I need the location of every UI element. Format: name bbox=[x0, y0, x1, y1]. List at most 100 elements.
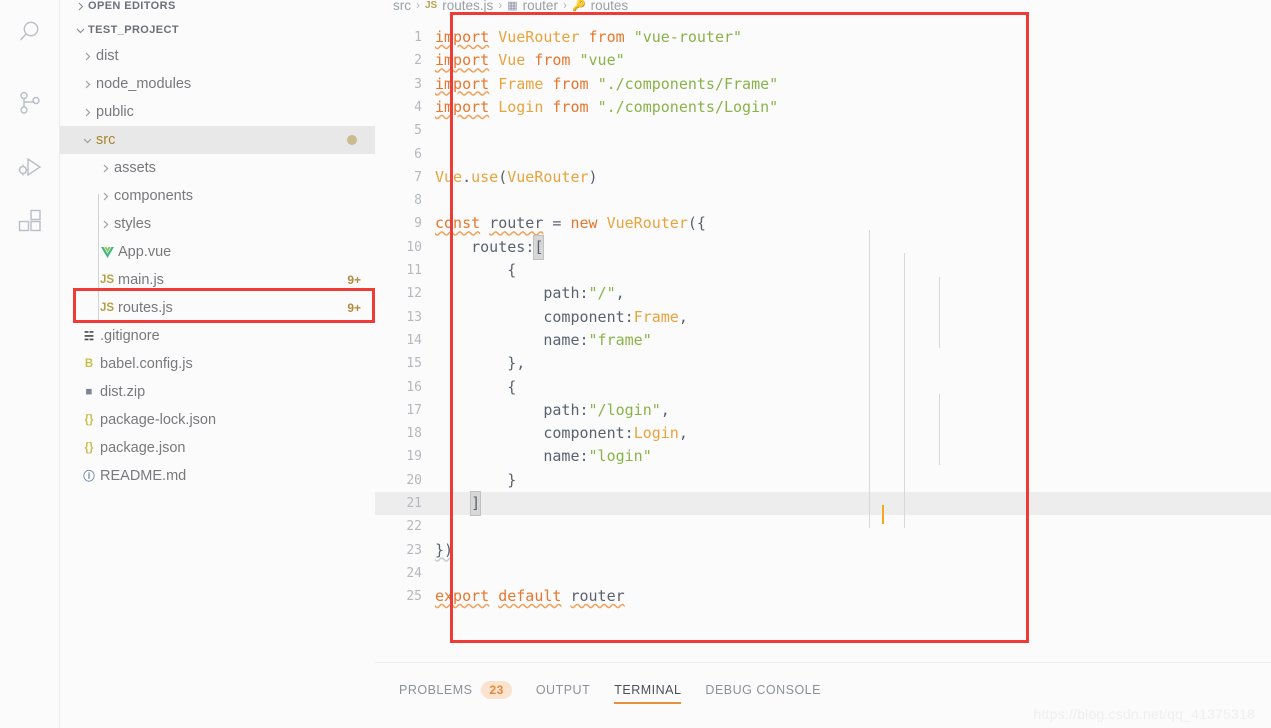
tree-item-components[interactable]: components bbox=[60, 182, 375, 210]
js-file-icon: JS bbox=[99, 274, 115, 286]
problem-count-badge: 9+ bbox=[347, 301, 361, 315]
code-line[interactable]: import Vue from "vue" bbox=[435, 49, 625, 72]
tree-item-label: src bbox=[96, 132, 116, 148]
line-number: 24 bbox=[406, 565, 422, 581]
chevron-right-icon[interactable] bbox=[78, 52, 96, 61]
code-line[interactable]: }) bbox=[435, 539, 453, 562]
git-file-icon: ☵ bbox=[83, 331, 95, 343]
code-line[interactable]: const router = new VueRouter({ bbox=[435, 212, 706, 235]
code-editor: src › JS routes.js › ▦ router › 🔑 routes… bbox=[375, 0, 1271, 662]
open-editors-section-header[interactable]: OPEN EDITORS bbox=[66, 0, 176, 14]
zip-file-icon: ■ bbox=[85, 386, 93, 398]
code-line[interactable]: { bbox=[435, 259, 516, 282]
tree-item-label: assets bbox=[114, 160, 156, 176]
line-number: 10 bbox=[406, 239, 422, 255]
tree-item-dist-zip[interactable]: ■ dist.zip bbox=[60, 378, 375, 406]
js-file-icon: JS bbox=[99, 302, 115, 314]
panel-tab-list: PROBLEMS 23 OUTPUT TERMINAL DEBUG CONSOLE bbox=[399, 681, 821, 706]
code-line[interactable]: export default router bbox=[435, 585, 625, 608]
code-area[interactable]: 1 2 3 4 5 6 7 8 9 10 11 12 13 14 15 16 17 18 19 20 21 22 23 24 2… bbox=[375, 14, 1271, 662]
panel-tab-problems[interactable]: PROBLEMS 23 bbox=[399, 681, 512, 706]
line-number: 7 bbox=[414, 169, 422, 185]
chevron-right-icon[interactable] bbox=[96, 164, 114, 173]
tree-item-package-lock-json[interactable]: {} package-lock.json bbox=[60, 406, 375, 434]
vue-file-icon bbox=[96, 246, 118, 258]
line-number: 23 bbox=[406, 542, 422, 558]
tree-item-label: public bbox=[96, 104, 134, 120]
search-icon[interactable] bbox=[14, 16, 46, 48]
tree-item-src[interactable]: src bbox=[60, 126, 375, 154]
tree-item--gitignore[interactable]: ☵ .gitignore bbox=[60, 322, 375, 350]
extensions-icon[interactable] bbox=[14, 205, 46, 237]
panel-tab-terminal[interactable]: TERMINAL bbox=[614, 683, 682, 704]
tree-item-package-json[interactable]: {} package.json bbox=[60, 434, 375, 462]
chevron-right-icon[interactable] bbox=[78, 80, 96, 89]
problem-count-badge: 23 bbox=[481, 681, 512, 699]
json-file-icon: {} bbox=[84, 442, 94, 454]
code-line[interactable]: Vue.use(VueRouter) bbox=[435, 166, 598, 189]
code-line[interactable]: import VueRouter from "vue-router" bbox=[435, 26, 742, 49]
tree-item-styles[interactable]: styles bbox=[60, 210, 375, 238]
line-number: 21 bbox=[406, 496, 422, 511]
line-number: 6 bbox=[414, 146, 422, 162]
source-control-icon[interactable] bbox=[14, 87, 46, 119]
tree-item-label: main.js bbox=[118, 272, 164, 288]
code-indent-guide bbox=[869, 230, 870, 528]
active-line-highlight bbox=[375, 492, 1271, 515]
tree-item-babel-config-js[interactable]: Bbabel.config.js bbox=[60, 350, 375, 378]
breadcrumb-item-router[interactable]: router bbox=[523, 0, 558, 13]
text-cursor bbox=[882, 505, 884, 524]
tree-item-label: dist bbox=[96, 48, 119, 64]
line-number: 15 bbox=[406, 356, 422, 372]
panel-tab-label: OUTPUT bbox=[535, 683, 591, 697]
tree-item-routes-js[interactable]: JS routes.js 9+ bbox=[60, 294, 375, 322]
code-line[interactable]: path:"/", bbox=[435, 282, 624, 305]
line-number: 12 bbox=[406, 286, 422, 302]
line-number: 17 bbox=[406, 402, 422, 418]
chevron-right-icon: › bbox=[416, 0, 420, 12]
tree-item-readme-md[interactable]: ⓘ README.md bbox=[60, 462, 375, 490]
tree-item-dist[interactable]: dist bbox=[60, 42, 375, 70]
vscode-window: OPEN EDITORS TEST_PROJECT dist node_modul… bbox=[0, 0, 1271, 728]
line-number: 1 bbox=[414, 30, 422, 45]
code-line[interactable]: component:Frame, bbox=[435, 306, 688, 329]
line-number: 11 bbox=[406, 263, 422, 278]
panel-tab-output[interactable]: OUTPUT bbox=[536, 683, 590, 704]
breadcrumb-item-file[interactable]: routes.js bbox=[442, 0, 493, 13]
code-line[interactable]: ] bbox=[435, 491, 482, 516]
code-line[interactable]: name:"frame" bbox=[435, 329, 651, 352]
breadcrumb-item-src[interactable]: src bbox=[393, 0, 411, 13]
breadcrumb-item-routes[interactable]: routes bbox=[591, 0, 629, 13]
tree-item-label: .gitignore bbox=[100, 328, 160, 344]
run-and-debug-icon[interactable] bbox=[14, 152, 46, 184]
babel-file-icon: B bbox=[84, 358, 94, 370]
tree-item-label: dist.zip bbox=[100, 384, 146, 400]
open-editors-label: OPEN EDITORS bbox=[88, 0, 176, 12]
code-line[interactable]: { bbox=[435, 376, 516, 399]
line-number: 3 bbox=[414, 76, 422, 92]
code-line[interactable]: }, bbox=[435, 352, 525, 375]
code-line[interactable]: } bbox=[435, 469, 516, 492]
project-section-header[interactable]: TEST_PROJECT bbox=[66, 22, 179, 38]
code-line[interactable]: import Frame from "./components/Frame" bbox=[435, 73, 778, 96]
code-line[interactable]: import Login from "./components/Login" bbox=[435, 96, 778, 119]
chevron-right-icon[interactable] bbox=[78, 108, 96, 117]
line-number: 19 bbox=[406, 449, 422, 465]
tree-item-assets[interactable]: assets bbox=[60, 154, 375, 182]
tree-item-label: styles bbox=[114, 216, 152, 232]
chevron-down-icon bbox=[72, 24, 88, 36]
line-number: 25 bbox=[406, 589, 422, 605]
code-line[interactable]: path:"/login", bbox=[435, 399, 669, 422]
panel-tab-label: PROBLEMS bbox=[399, 683, 473, 697]
panel-tab-debug-console[interactable]: DEBUG CONSOLE bbox=[705, 683, 821, 704]
code-indent-guide bbox=[904, 253, 905, 528]
problem-count-badge: 9+ bbox=[347, 273, 361, 287]
code-line[interactable]: routes:[ bbox=[435, 234, 545, 260]
tree-item-app-vue[interactable]: App.vue bbox=[60, 238, 375, 266]
chevron-down-icon[interactable] bbox=[78, 136, 96, 145]
code-line[interactable]: component:Login, bbox=[435, 422, 688, 445]
tree-item-node-modules[interactable]: node_modules bbox=[60, 70, 375, 98]
tree-item-main-js[interactable]: JS main.js 9+ bbox=[60, 266, 375, 294]
tree-item-public[interactable]: public bbox=[60, 98, 375, 126]
code-line[interactable]: name:"login" bbox=[435, 445, 651, 468]
